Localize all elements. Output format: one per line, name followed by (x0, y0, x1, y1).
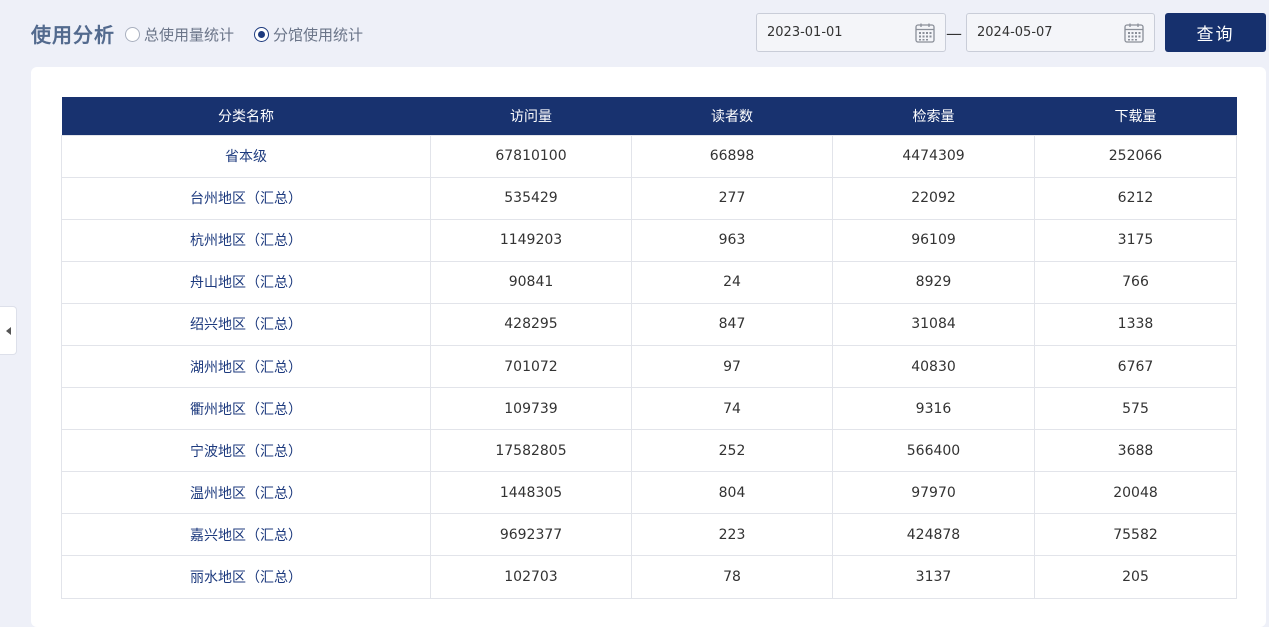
table-cell: 804 (631, 471, 833, 515)
table-cell: 847 (631, 302, 833, 346)
query-button[interactable]: 查询 (1165, 13, 1266, 52)
table-cell: 205 (1034, 555, 1237, 599)
table-cell: 277 (631, 176, 833, 220)
region-name-cell[interactable]: 嘉兴地区（汇总） (61, 513, 431, 557)
table-cell: 20048 (1034, 471, 1237, 515)
region-name-cell[interactable]: 杭州地区（汇总） (61, 218, 431, 262)
top-bar: 使用分析 总使用量统计 分馆使用统计 2023-01-01 — 2024-05-… (0, 0, 1269, 66)
column-header: 检索量 (832, 97, 1035, 135)
table-cell: 97 (631, 344, 833, 389)
table-cell: 575 (1034, 387, 1237, 431)
table-row: 省本级 67810100 66898 4474309 252066 (61, 134, 1237, 178)
table-row: 杭州地区（汇总） 1149203 963 96109 3175 (61, 218, 1237, 262)
table-cell: 1338 (1034, 302, 1237, 346)
table-row: 丽水地区（汇总） 102703 78 3137 205 (61, 555, 1237, 599)
radio-branch-usage[interactable]: 分馆使用统计 (254, 24, 363, 45)
table-cell: 109739 (430, 387, 632, 431)
table-row: 温州地区（汇总） 1448305 804 97970 20048 (61, 471, 1237, 515)
table-cell: 3137 (832, 555, 1035, 599)
page-title: 使用分析 (31, 23, 115, 47)
calendar-icon[interactable] (914, 22, 936, 44)
table-cell: 102703 (430, 555, 632, 599)
usage-table: 分类名称 访问量 读者数 检索量 下载量 省本级 67810100 66898 4474309… (61, 97, 1237, 599)
radio-total-usage[interactable]: 总使用量统计 (125, 24, 234, 45)
column-header: 访问量 (430, 97, 632, 135)
region-name-cell[interactable]: 衢州地区（汇总） (61, 387, 431, 431)
radio-label-total[interactable]: 总使用量统计 (144, 24, 234, 45)
start-date-value[interactable]: 2023-01-01 (767, 25, 914, 40)
table-cell: 96109 (832, 218, 1035, 262)
region-name-cell[interactable]: 湖州地区（汇总） (61, 344, 431, 389)
table-cell: 78 (631, 555, 833, 599)
table-cell: 252066 (1034, 134, 1237, 178)
table-row: 湖州地区（汇总） 701072 97 40830 6767 (61, 344, 1237, 389)
column-header: 下载量 (1034, 97, 1237, 135)
radio-checked-icon[interactable] (254, 27, 270, 42)
table-cell: 3175 (1034, 218, 1237, 262)
table-cell: 24 (631, 260, 833, 304)
table-cell: 97970 (832, 471, 1035, 515)
table-cell: 75582 (1034, 513, 1237, 557)
table-cell: 6767 (1034, 344, 1237, 389)
end-date-input[interactable]: 2024-05-07 (966, 13, 1155, 52)
table-cell: 9692377 (430, 513, 632, 557)
table-row: 宁波地区（汇总） 17582805 252 566400 3688 (61, 429, 1237, 473)
table-header-row: 分类名称 访问量 读者数 检索量 下载量 (61, 97, 1237, 135)
table-cell: 252 (631, 429, 833, 473)
table-cell: 424878 (832, 513, 1035, 557)
radio-label-branch[interactable]: 分馆使用统计 (273, 24, 363, 45)
table-cell: 67810100 (430, 134, 632, 178)
table-cell: 40830 (832, 344, 1035, 389)
table-cell: 766 (1034, 260, 1237, 304)
table-cell: 6212 (1034, 176, 1237, 220)
region-name-cell[interactable]: 台州地区（汇总） (61, 176, 431, 220)
table-cell: 9316 (832, 387, 1035, 431)
table-row: 台州地区（汇总） 535429 277 22092 6212 (61, 176, 1237, 220)
table-cell: 8929 (832, 260, 1035, 304)
table-row: 衢州地区（汇总） 109739 74 9316 575 (61, 387, 1237, 431)
region-name-cell[interactable]: 舟山地区（汇总） (61, 260, 431, 304)
calendar-icon[interactable] (1123, 22, 1145, 44)
caret-left-icon[interactable] (5, 326, 11, 335)
table-cell: 963 (631, 218, 833, 262)
table-cell: 1149203 (430, 218, 632, 262)
table-cell: 701072 (430, 344, 632, 389)
table-cell: 535429 (430, 176, 632, 220)
sidebar-collapse-handle[interactable] (0, 306, 17, 355)
table-cell: 31084 (832, 302, 1035, 346)
region-name-cell[interactable]: 温州地区（汇总） (61, 471, 431, 515)
stat-mode-radio-group: 总使用量统计 分馆使用统计 (125, 24, 383, 45)
table-cell: 74 (631, 387, 833, 431)
table-cell: 90841 (430, 260, 632, 304)
region-name-cell[interactable]: 省本级 (61, 134, 431, 178)
table-cell: 428295 (430, 302, 632, 346)
radio-unchecked-icon[interactable] (125, 27, 140, 42)
table-cell: 22092 (832, 176, 1035, 220)
table-cell: 1448305 (430, 471, 632, 515)
column-header: 分类名称 (61, 97, 431, 135)
table-row: 嘉兴地区（汇总） 9692377 223 424878 75582 (61, 513, 1237, 557)
table-cell: 566400 (832, 429, 1035, 473)
column-header: 读者数 (631, 97, 833, 135)
table-cell: 17582805 (430, 429, 632, 473)
table-cell: 223 (631, 513, 833, 557)
table-row: 舟山地区（汇总） 90841 24 8929 766 (61, 260, 1237, 304)
region-name-cell[interactable]: 宁波地区（汇总） (61, 429, 431, 473)
table-cell: 3688 (1034, 429, 1237, 473)
region-name-cell[interactable]: 绍兴地区（汇总） (61, 302, 431, 346)
table-cell: 66898 (631, 134, 833, 178)
date-range-separator: — (946, 24, 962, 43)
start-date-input[interactable]: 2023-01-01 (756, 13, 946, 52)
table-row: 绍兴地区（汇总） 428295 847 31084 1338 (61, 302, 1237, 346)
end-date-value[interactable]: 2024-05-07 (977, 25, 1123, 40)
region-name-cell[interactable]: 丽水地区（汇总） (61, 555, 431, 599)
table-cell: 4474309 (832, 134, 1035, 178)
